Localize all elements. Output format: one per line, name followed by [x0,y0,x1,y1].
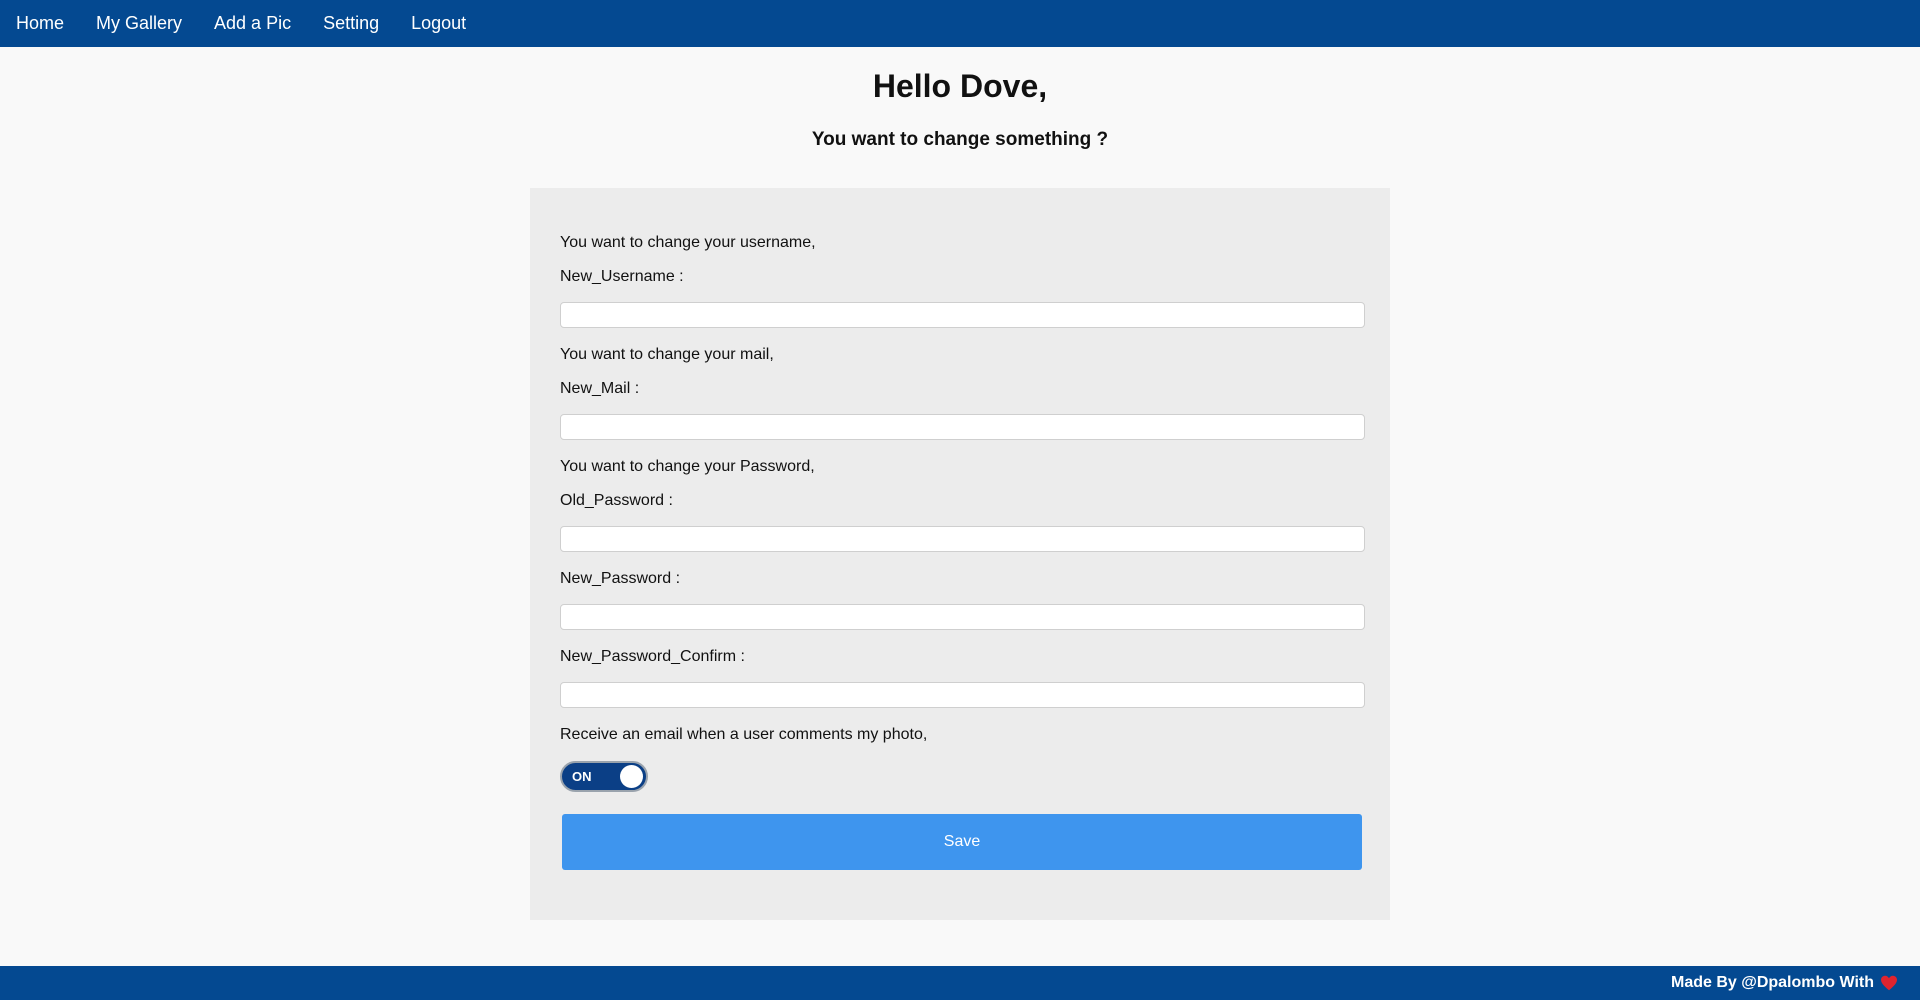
footer-credit-text: Made By @Dpalombo With [1670,974,1874,991]
nav-my-gallery-link[interactable]: My Gallery [96,13,182,34]
settings-form-card: You want to change your username, New_Us… [530,188,1390,920]
email-notification-toggle[interactable]: ON [560,761,648,792]
new-username-input[interactable] [560,302,1365,328]
footer-credit: Made By @Dpalombo With [1671,974,1898,992]
new-password-confirm-input[interactable] [560,682,1365,708]
notify-label: Receive an email when a user comments my… [560,726,928,743]
new-mail-input[interactable] [560,414,1365,440]
top-navbar: Home My Gallery Add a Pic Setting Logout [0,0,1920,47]
new-password-confirm-label: New_Password_Confirm : [560,648,745,665]
new-username-label: New_Username : [560,268,684,285]
heart-icon [1881,975,1897,991]
new-password-input[interactable] [560,604,1365,630]
new-mail-label: New_Mail : [560,380,640,397]
nav-setting-link[interactable]: Setting [323,13,379,34]
page-subtitle: You want to change something ? [811,129,1109,150]
mail-intro-text: You want to change your mail, [560,346,774,363]
old-password-label: Old_Password : [560,492,673,509]
save-button[interactable]: Save [562,814,1362,870]
nav-add-pic-link[interactable]: Add a Pic [214,13,291,34]
footer-bar: Made By @Dpalombo With [0,966,1920,1000]
old-password-input[interactable] [560,526,1365,552]
toggle-state-label: ON [572,769,592,784]
toggle-knob [620,765,643,788]
username-intro-text: You want to change your username, [560,234,816,251]
nav-logout-link[interactable]: Logout [411,13,466,34]
page-title: Hello Dove, [872,68,1048,104]
new-password-label: New_Password : [560,570,681,587]
nav-home-link[interactable]: Home [16,13,64,34]
password-intro-text: You want to change your Password, [560,458,815,475]
